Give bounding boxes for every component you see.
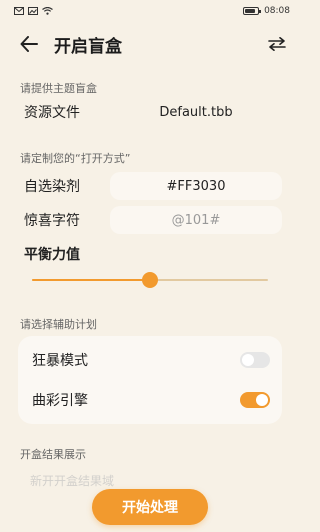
- image-icon: [28, 7, 38, 15]
- slider-fill: [32, 279, 150, 281]
- top-bar: 开启盲盒: [0, 28, 300, 60]
- back-button[interactable]: [18, 33, 40, 55]
- dye-input[interactable]: #FF3030: [110, 172, 282, 200]
- status-left-icons: [14, 7, 53, 15]
- berserk-mode-toggle[interactable]: [240, 352, 270, 368]
- engine-label: 曲彩引擎: [32, 393, 88, 409]
- balance-slider[interactable]: [32, 272, 268, 288]
- start-button[interactable]: 开始处理: [92, 489, 208, 525]
- resource-file-label: 资源文件: [24, 105, 80, 121]
- swap-icon: [268, 37, 286, 51]
- engine-toggle[interactable]: [240, 392, 270, 408]
- status-time: 08:08: [264, 6, 290, 16]
- assist-option-engine[interactable]: 曲彩引擎: [32, 380, 270, 420]
- balance-row: 平衡力值: [18, 240, 282, 268]
- status-right: 08:08: [243, 6, 290, 16]
- balance-label: 平衡力值: [24, 247, 80, 263]
- envelope-icon: [14, 7, 24, 15]
- section-result-label: 开盒结果展示: [20, 448, 86, 461]
- section-assist-label: 请选择辅助计划: [20, 318, 97, 331]
- resource-file-field[interactable]: Default.tbb: [110, 98, 282, 126]
- assist-option-berserk[interactable]: 狂暴模式: [32, 340, 270, 380]
- arrow-left-icon: [20, 36, 38, 52]
- dye-row: 自选染剂 #FF3030: [18, 172, 282, 200]
- wifi-icon: [42, 7, 53, 15]
- surprise-input[interactable]: @101#: [110, 206, 282, 234]
- surprise-label: 惊喜字符: [24, 213, 80, 229]
- dye-label: 自选染剂: [24, 179, 80, 195]
- assist-card: 狂暴模式 曲彩引擎: [18, 336, 282, 424]
- page-title: 开启盲盒: [54, 36, 122, 57]
- surprise-row: 惊喜字符 @101#: [18, 206, 282, 234]
- slider-thumb[interactable]: [142, 272, 158, 288]
- status-bar: 08:08: [0, 0, 300, 22]
- section-theme-label: 请提供主题盲盒: [20, 82, 97, 95]
- battery-icon: [243, 7, 262, 15]
- swap-button[interactable]: [266, 33, 288, 55]
- resource-file-row: 资源文件 Default.tbb: [18, 98, 282, 126]
- section-custom-label: 请定制您的“打开方式”: [20, 152, 131, 165]
- berserk-mode-label: 狂暴模式: [32, 353, 88, 369]
- result-preview: 新开开盒结果域: [30, 474, 115, 488]
